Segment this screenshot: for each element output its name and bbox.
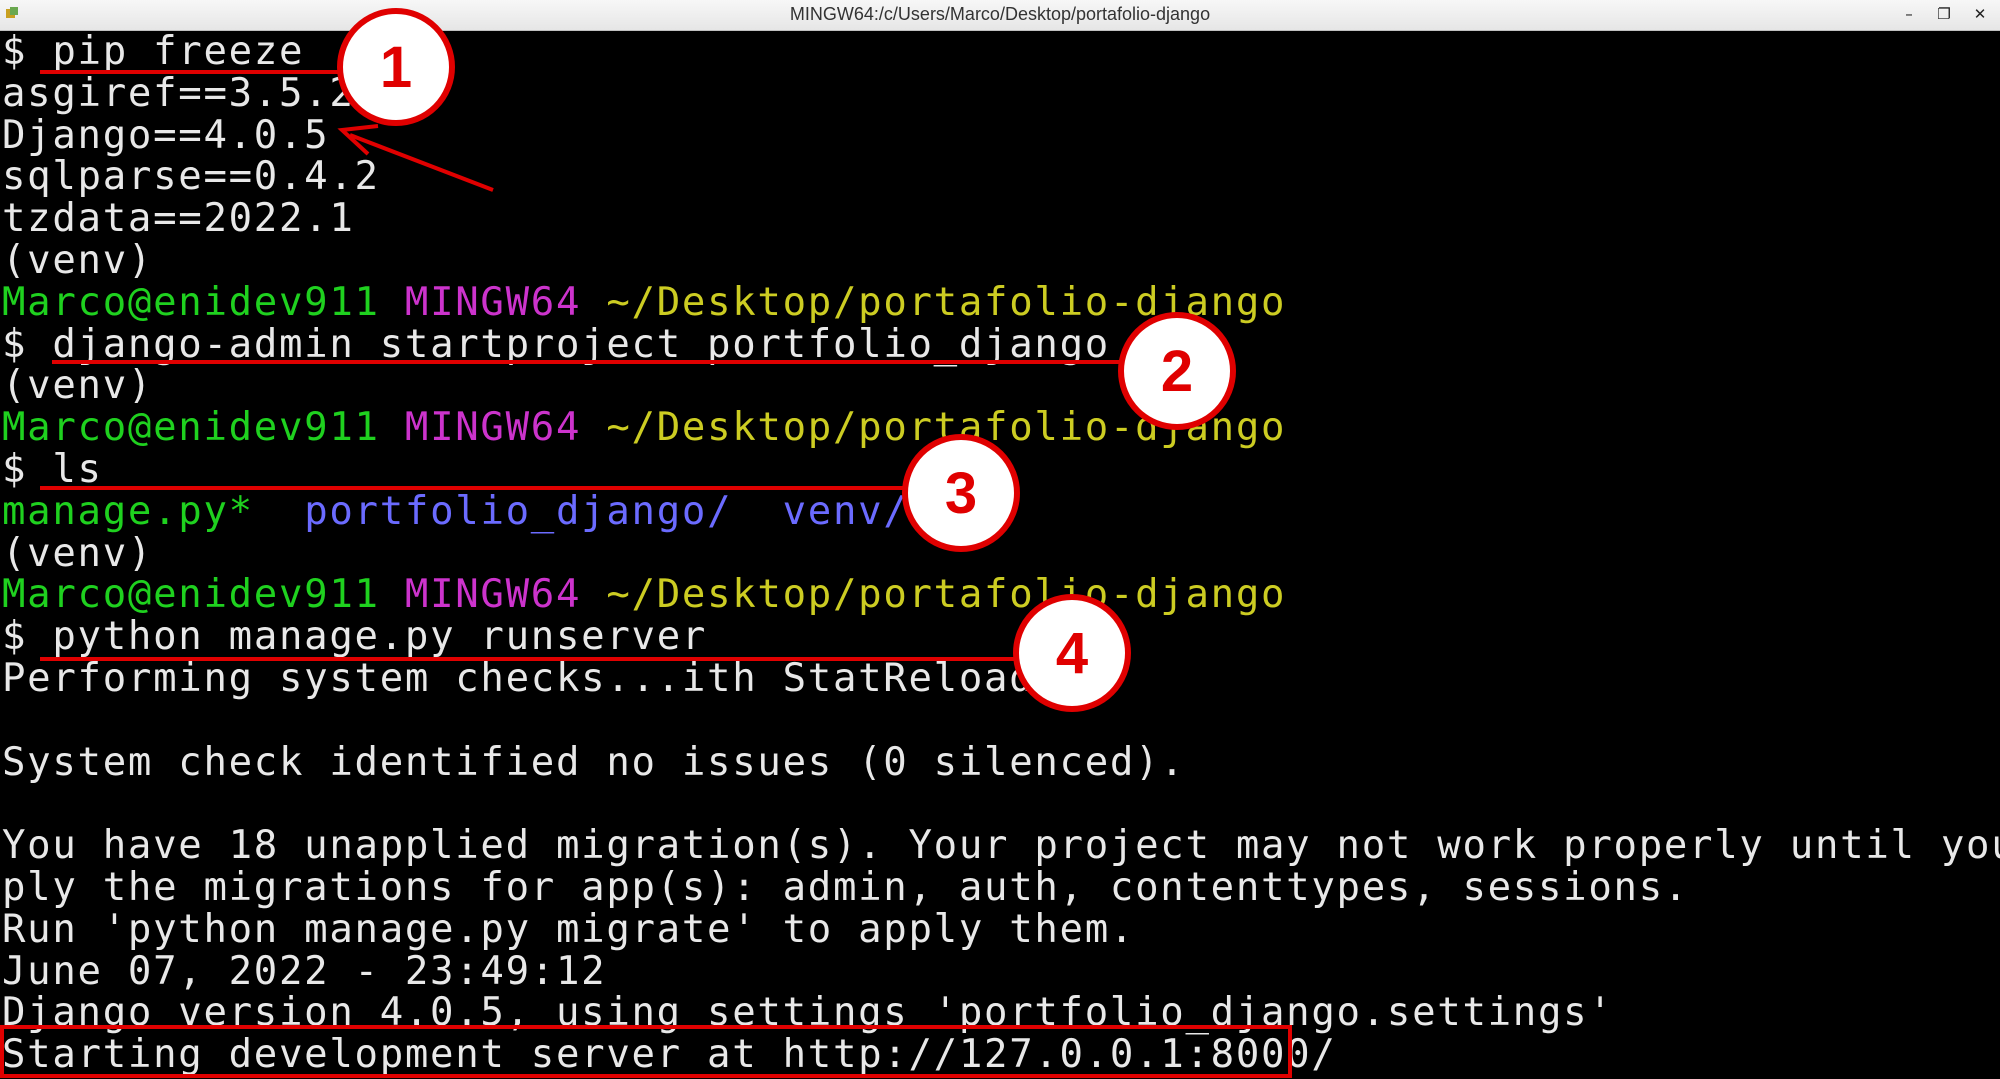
server-output-line: ply the migrations for app(s): admin, au… [2,864,1690,910]
ls-dir-portfolio: portfolio_django/ [304,488,733,534]
terminal-window: MINGW64:/c/Users/Marco/Desktop/portafoli… [0,0,2000,1079]
ls-output-line: manage.py* portfolio_django/ venv/ [2,488,2000,534]
prompt-user: Marco@enidev911 [2,405,380,451]
command-startproject: django-admin startproject portfolio_djan… [52,321,1161,367]
venv-line: (venv) [2,363,154,409]
prompt-user: Marco@enidev911 [2,279,380,325]
prompt-shell: MINGW64 [404,405,582,451]
restore-button[interactable]: ❐ [1930,2,1958,26]
server-output-line: Performing system checks...ith StatReloa… [2,655,1085,701]
close-button[interactable]: ✕ [1966,2,1994,26]
prompt-line: Marco@enidev911 MINGW64 ~/Desktop/portaf… [2,279,2000,325]
prompt-shell: MINGW64 [404,572,582,618]
prompt-user: Marco@enidev911 [2,572,380,618]
prompt-symbol: $ [2,446,28,492]
command-pip-freeze: pip freeze [52,29,305,74]
command-line: $ ls [2,449,2000,491]
command-runserver: python manage.py runserver [52,614,708,660]
command-line: $ python manage.py runserver [2,616,2000,658]
server-output-line: You have 18 unapplied migration(s). Your… [2,823,2000,869]
prompt-path: ~/Desktop/portafolio-django [606,405,1287,451]
prompt-path: ~/Desktop/portafolio-django [606,572,1287,618]
venv-line: (venv) [2,237,154,283]
ls-file-manage: manage.py* [2,488,254,534]
server-output-line: June 07, 2022 - 23:49:12 [2,948,607,994]
prompt-symbol: $ [2,614,28,660]
prompt-line: Marco@enidev911 MINGW64 ~/Desktop/portaf… [2,407,2000,449]
window-title: MINGW64:/c/Users/Marco/Desktop/portafoli… [789,4,1211,24]
output-line: sqlparse==0.4.2 [2,154,380,200]
command-line: $ django-admin startproject portfolio_dj… [2,321,2000,367]
minimize-button[interactable]: – [1895,2,1923,26]
server-url-line[interactable]: Starting development server at http://12… [2,1034,2000,1076]
prompt-symbol: $ [2,321,28,367]
ls-dir-venv: venv/ [782,488,909,534]
prompt-symbol: $ [2,29,28,74]
command-line: $ pip freeze [2,31,2000,73]
server-output-line: System check identified no issues (0 sil… [2,739,1186,785]
command-ls: ls [52,446,103,492]
output-line: tzdata==2022.1 [2,196,355,242]
output-line: Django==4.0.5 [2,112,330,158]
output-line: asgiref==3.5.2 [2,70,355,116]
prompt-path: ~/Desktop/portafolio-django [606,279,1287,325]
terminal-output[interactable]: $ pip freeze asgiref==3.5.2 Django==4.0.… [0,31,2000,1079]
venv-line: (venv) [2,530,154,576]
prompt-shell: MINGW64 [404,279,582,325]
server-output-line: Django version 4.0.5, using settings 'po… [2,990,1614,1036]
prompt-line: Marco@enidev911 MINGW64 ~/Desktop/portaf… [2,574,2000,616]
title-bar[interactable]: MINGW64:/c/Users/Marco/Desktop/portafoli… [0,0,2000,31]
server-output-line: Run 'python manage.py migrate' to apply … [2,906,1136,952]
